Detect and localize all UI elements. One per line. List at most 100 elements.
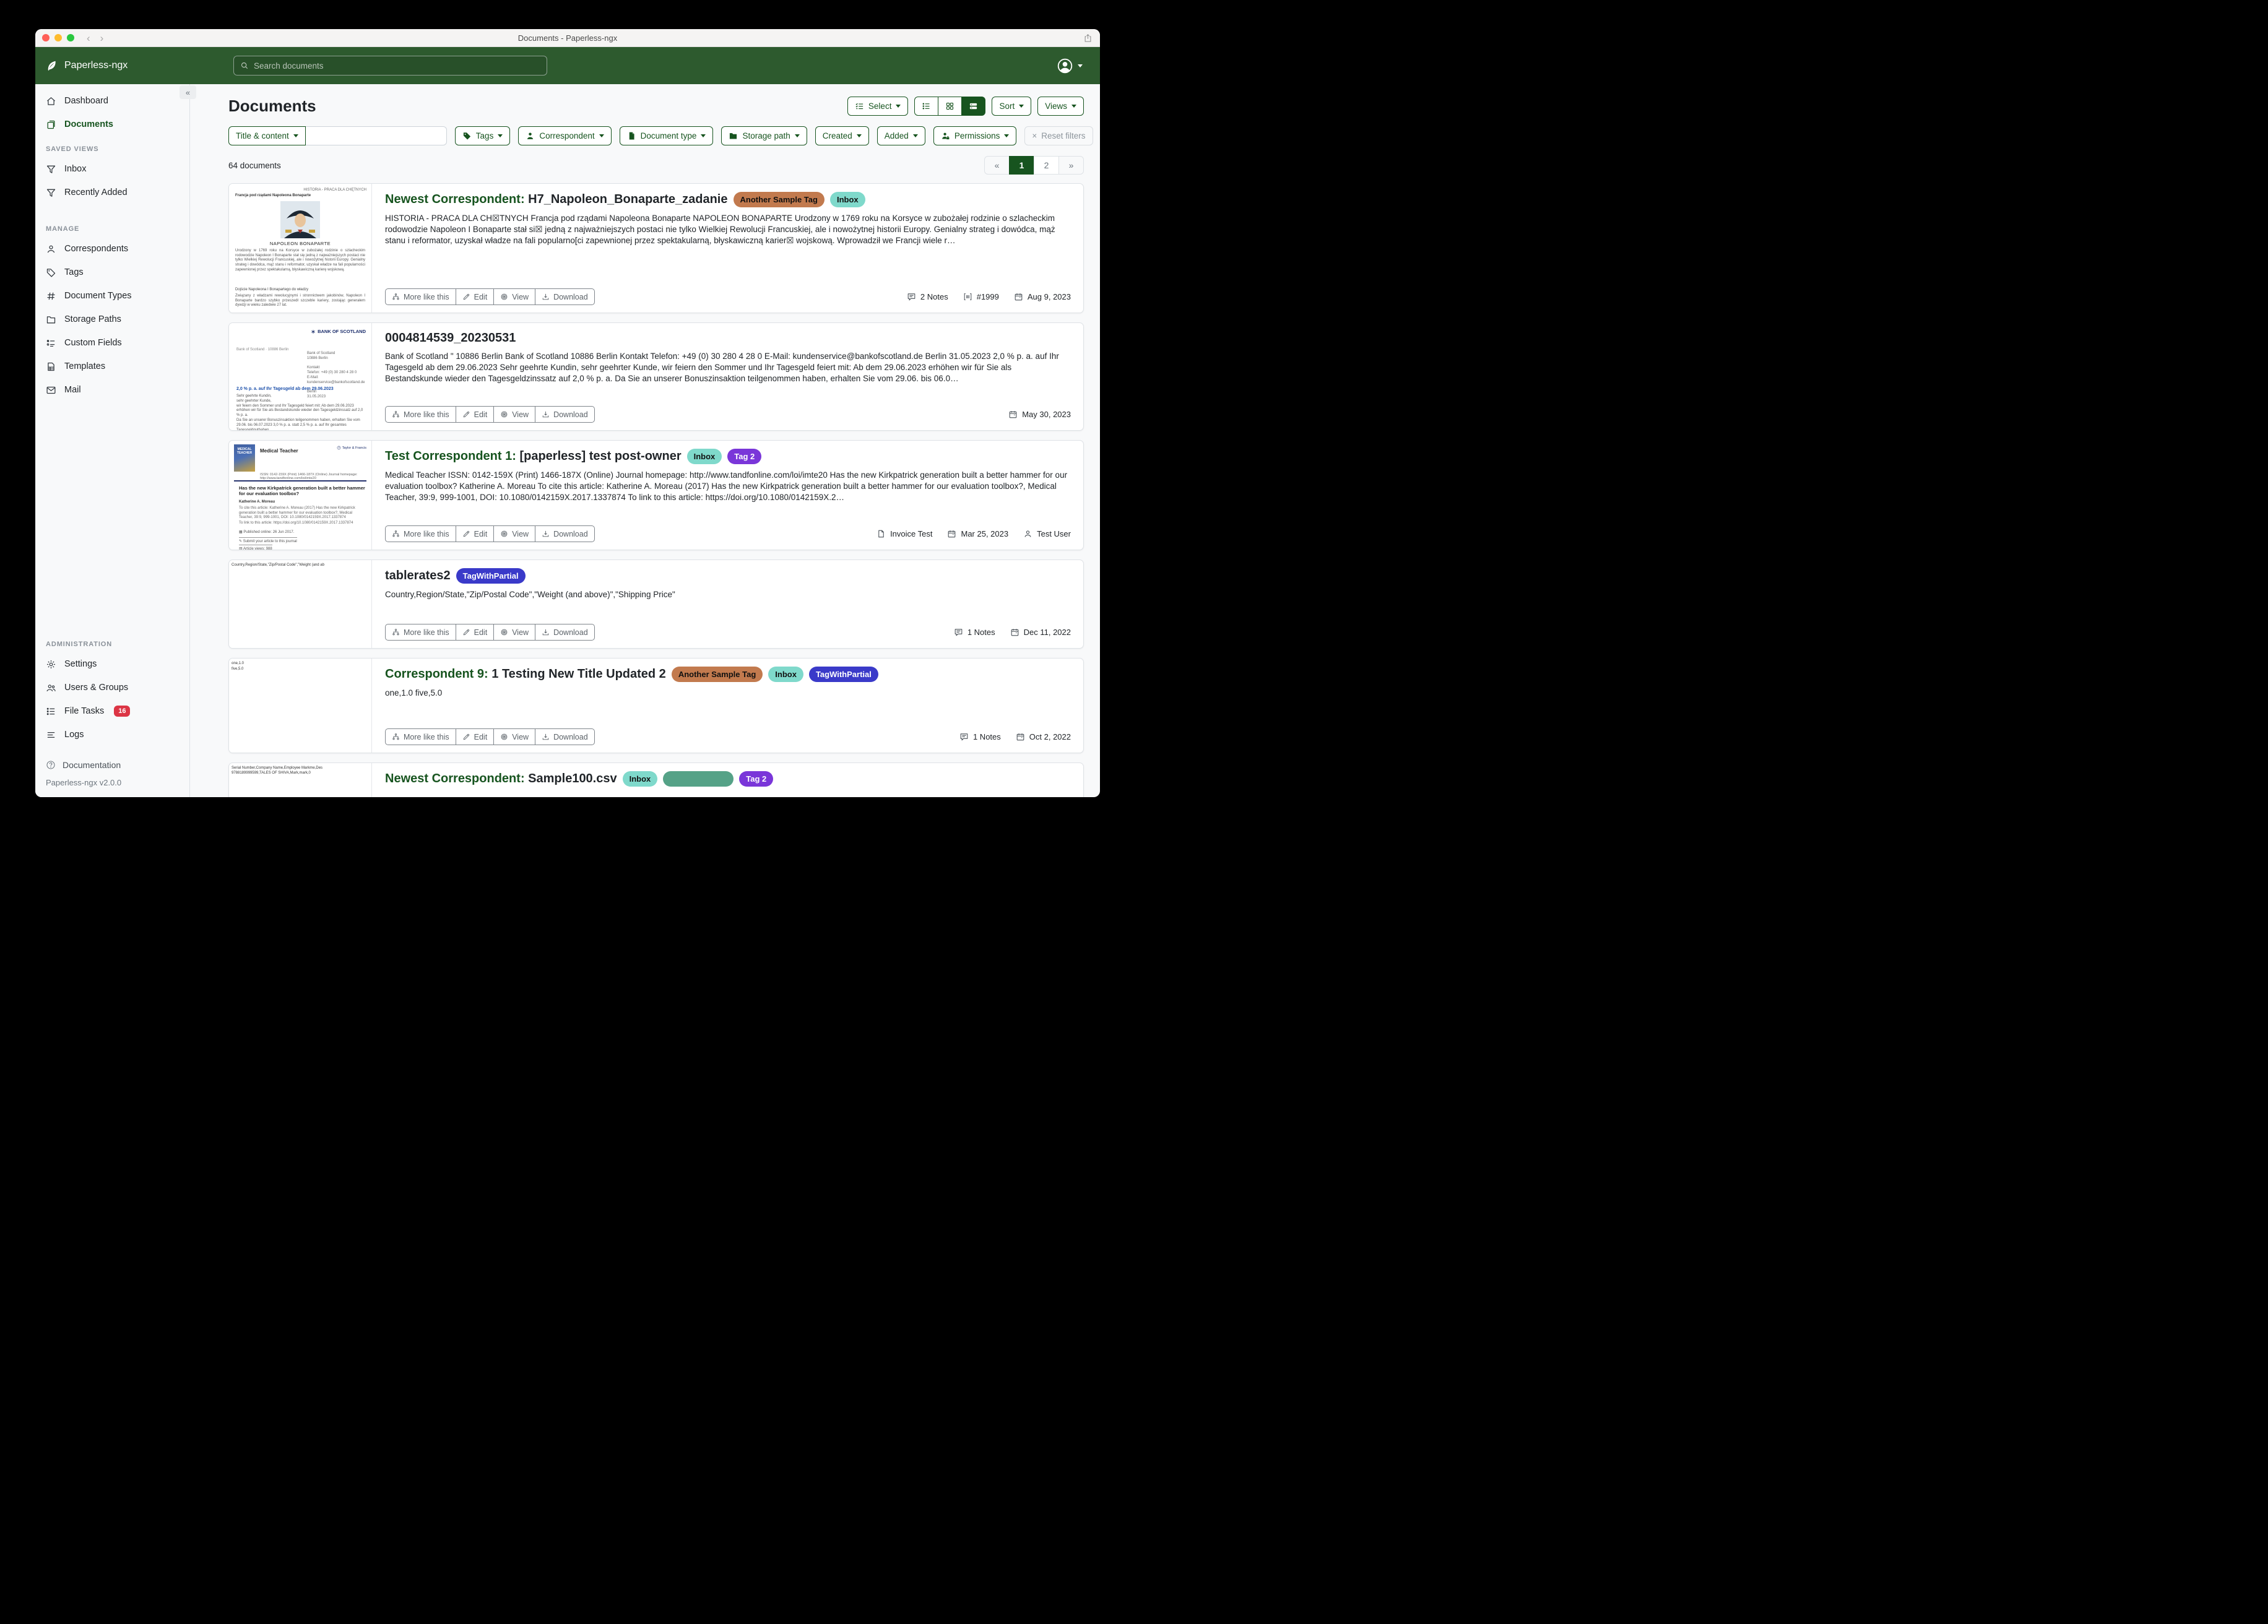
tag-chip[interactable]: Inbox (687, 449, 722, 464)
reset-filters-button[interactable]: × Reset filters (1024, 126, 1093, 145)
document-thumbnail[interactable]: MEDICAL TEACHER Medical Teacher Taylor &… (229, 441, 372, 550)
tags-filter-button[interactable]: Tags (455, 126, 511, 145)
sidebar-item-templates[interactable]: Templates (35, 355, 189, 378)
sidebar-item-recently-added[interactable]: Recently Added (35, 181, 189, 204)
document-correspondent[interactable]: Newest Correspondent (385, 192, 521, 206)
title-content-filter-input[interactable] (306, 126, 447, 145)
more-like-this-button[interactable]: More like this (385, 624, 456, 641)
document-card[interactable]: Country,Region/State,"Zip/Postal Code","… (228, 559, 1084, 649)
sidebar-item-inbox[interactable]: Inbox (35, 157, 189, 181)
chat-icon (954, 628, 963, 637)
note-count[interactable]: 1 Notes (954, 628, 995, 637)
sidebar-item-logs[interactable]: Logs (35, 723, 189, 746)
document-card[interactable]: HISTORIA - PRACA DLA CHĘTNYCH Francja po… (228, 183, 1084, 313)
tag-chip[interactable]: Inbox (768, 667, 803, 682)
view-button[interactable]: View (493, 624, 535, 641)
app-brand[interactable]: Paperless-ngx (35, 59, 190, 72)
created-filter-button[interactable]: Created (815, 126, 869, 145)
tag-chip[interactable]: Another Sample Tag (672, 667, 763, 682)
view-button[interactable]: View (493, 288, 535, 305)
download-button[interactable]: Download (535, 728, 595, 745)
document-thumbnail[interactable]: Country,Region/State,"Zip/Postal Code","… (229, 560, 372, 648)
tag-chip[interactable]: Tag 2 (739, 771, 773, 787)
select-dropdown-button[interactable]: Select (847, 97, 909, 116)
view-button[interactable]: View (493, 728, 535, 745)
view-mode-grid-button[interactable] (938, 97, 962, 116)
view-mode-detail-button[interactable] (961, 97, 985, 116)
sidebar-item-storage-paths[interactable]: Storage Paths (35, 308, 189, 331)
documentation-link[interactable]: Documentation (35, 755, 189, 775)
view-button[interactable]: View (493, 406, 535, 423)
edit-button[interactable]: Edit (456, 624, 495, 641)
added-filter-button[interactable]: Added (877, 126, 925, 145)
note-count[interactable]: 1 Notes (959, 732, 1001, 741)
tag-chip[interactable]: TagWithPartial (809, 667, 878, 682)
share-icon[interactable] (1083, 33, 1093, 44)
sidebar-item-custom-fields[interactable]: Custom Fields (35, 331, 189, 355)
document-correspondent[interactable]: Newest Correspondent (385, 772, 521, 785)
document-card[interactable]: Serial Number,Company Name,Employee Mark… (228, 762, 1084, 797)
tag-chip[interactable] (663, 771, 734, 787)
download-button[interactable]: Download (535, 624, 595, 641)
sidebar-item-settings[interactable]: Settings (35, 652, 189, 676)
sort-dropdown-button[interactable]: Sort (992, 97, 1031, 116)
document-card[interactable]: MEDICAL TEACHER Medical Teacher Taylor &… (228, 440, 1084, 550)
download-button[interactable]: Download (535, 525, 595, 542)
edit-button[interactable]: Edit (456, 406, 495, 423)
document-card[interactable]: one,1.0 five,5.0 Correspondent 9: 1 Test… (228, 658, 1084, 753)
sidebar-item-correspondents[interactable]: Correspondents (35, 237, 189, 261)
storage-path-filter-button[interactable]: Storage path (721, 126, 807, 145)
view-button[interactable]: View (493, 525, 535, 542)
document-title[interactable]: Correspondent 9: 1 Testing New Title Upd… (385, 667, 1071, 682)
tag-chip[interactable]: Another Sample Tag (734, 192, 825, 207)
search-icon (240, 61, 249, 70)
document-card[interactable]: BANK OF SCOTLAND Bank of Scotland · 1088… (228, 322, 1084, 431)
sidebar-item-tags[interactable]: Tags (35, 261, 189, 284)
sidebar-item-dashboard[interactable]: Dashboard (35, 89, 189, 113)
search-input[interactable]: Search documents (233, 56, 547, 76)
views-dropdown-button[interactable]: Views (1037, 97, 1084, 116)
document-thumbnail[interactable]: Serial Number,Company Name,Employee Mark… (229, 763, 372, 797)
document-title[interactable]: 0004814539_20230531 (385, 331, 1071, 345)
document-title[interactable]: Newest Correspondent: H7_Napoleon_Bonapa… (385, 192, 1071, 207)
user-menu[interactable] (1057, 58, 1100, 74)
correspondent-filter-button[interactable]: Correspondent (518, 126, 611, 145)
note-count[interactable]: 2 Notes (907, 292, 948, 301)
sidebar-item-users-groups[interactable]: Users & Groups (35, 676, 189, 699)
tag-chip[interactable]: Inbox (830, 192, 865, 207)
title-content-dropdown-button[interactable]: Title & content (228, 126, 306, 145)
document-thumbnail[interactable]: BANK OF SCOTLAND Bank of Scotland · 1088… (229, 323, 372, 430)
edit-button[interactable]: Edit (456, 525, 495, 542)
sidebar-collapse-button[interactable]: « (180, 85, 196, 99)
pagination-prev[interactable]: « (984, 156, 1010, 175)
more-like-this-button[interactable]: More like this (385, 406, 456, 423)
sidebar-item-file-tasks[interactable]: File Tasks 16 (35, 699, 189, 723)
download-button[interactable]: Download (535, 288, 595, 305)
more-like-this-button[interactable]: More like this (385, 728, 456, 745)
document-thumbnail[interactable]: one,1.0 five,5.0 (229, 659, 372, 753)
pagination-page-2[interactable]: 2 (1034, 156, 1059, 175)
view-mode-table-button[interactable] (914, 97, 938, 116)
tag-chip[interactable]: Inbox (623, 771, 658, 787)
document-title[interactable]: tablerates2 TagWithPartial (385, 568, 1071, 584)
document-title[interactable]: Newest Correspondent: Sample100.csv Inbo… (385, 771, 1071, 787)
document-title[interactable]: Test Correspondent 1: [paperless] test p… (385, 449, 1071, 464)
document-correspondent[interactable]: Test Correspondent 1 (385, 449, 512, 463)
permissions-filter-button[interactable]: Permissions (933, 126, 1017, 145)
download-button[interactable]: Download (535, 406, 595, 423)
edit-button[interactable]: Edit (456, 728, 495, 745)
more-like-this-button[interactable]: More like this (385, 525, 456, 542)
document-type-filter-button[interactable]: Document type (620, 126, 714, 145)
pagination-page-1[interactable]: 1 (1009, 156, 1034, 175)
sidebar-item-document-types[interactable]: Document Types (35, 284, 189, 308)
more-like-this-button[interactable]: More like this (385, 288, 456, 305)
tag-chip[interactable]: Tag 2 (727, 449, 761, 464)
edit-button[interactable]: Edit (456, 288, 495, 305)
document-correspondent[interactable]: Correspondent 9 (385, 667, 484, 681)
document-thumbnail[interactable]: HISTORIA - PRACA DLA CHĘTNYCH Francja po… (229, 184, 372, 313)
sidebar-item-documents[interactable]: Documents (35, 113, 189, 136)
sidebar-item-mail[interactable]: Mail (35, 378, 189, 402)
tag-chip[interactable]: TagWithPartial (456, 568, 526, 584)
pagination-next[interactable]: » (1058, 156, 1084, 175)
document-snippet: one,1.0 five,5.0 (385, 688, 1071, 699)
